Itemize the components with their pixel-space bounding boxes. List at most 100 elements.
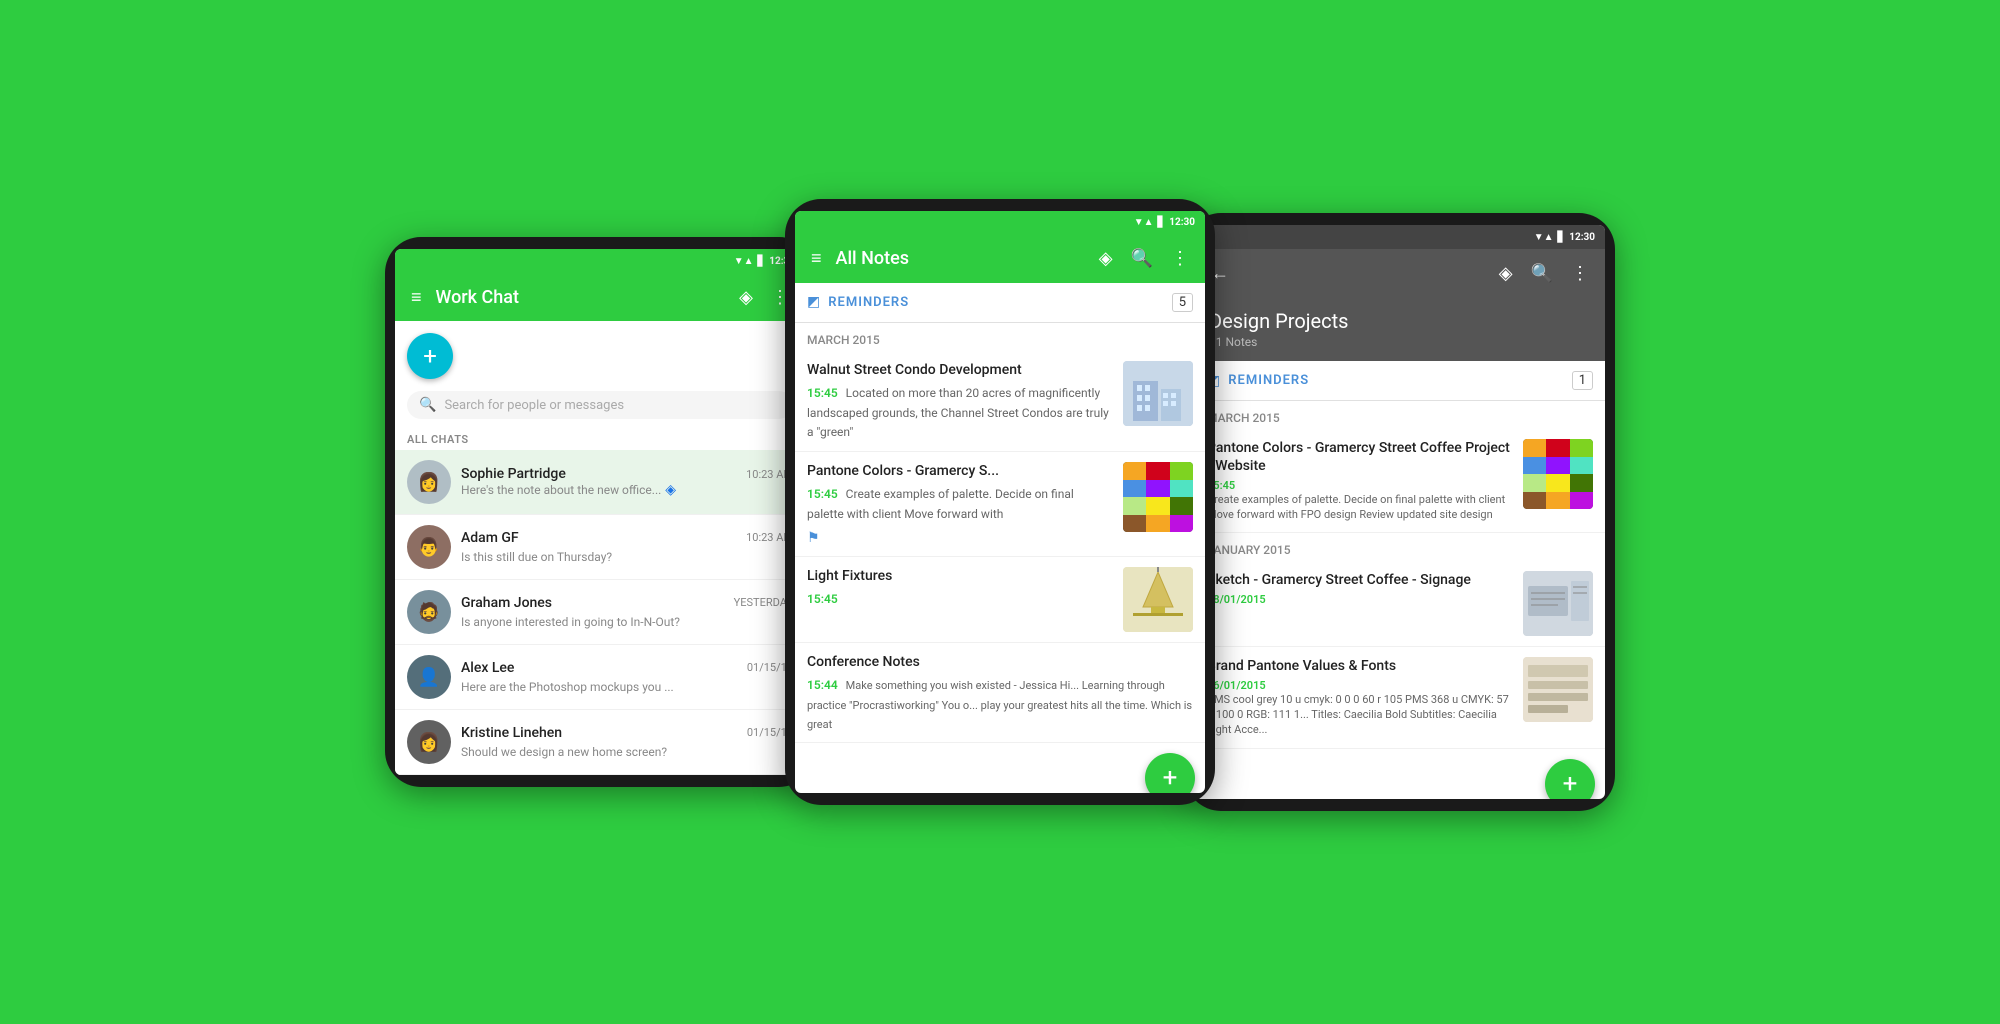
- chat-preview-adam: Is this still due on Thursday?: [461, 550, 612, 564]
- status-icons-2: ▼▲ ▋ 12:30: [1134, 217, 1195, 228]
- chat-name-adam: Adam GF: [461, 530, 519, 546]
- fab-btn-3[interactable]: +: [1545, 759, 1595, 799]
- note-preview-pantone-3: Create examples of palette. Decide on fi…: [1207, 492, 1513, 523]
- note-content-fixtures: Light Fixtures 15:45: [807, 567, 1113, 607]
- reminders-label-3: REMINDERS: [1228, 373, 1563, 388]
- avatar-sophie: 👩: [407, 460, 451, 504]
- more-icon-2[interactable]: ⋮: [1167, 246, 1193, 271]
- note-pantone-2[interactable]: Pantone Colors - Gramercy S... 15:45 Cre…: [795, 452, 1205, 557]
- phone-2: ▼▲ ▋ 12:30 ≡ All Notes ◈ 🔍 ⋮ ◩ REMINDERS: [785, 199, 1215, 806]
- note-walnut[interactable]: Walnut Street Condo Development 15:45 Lo…: [795, 351, 1205, 453]
- month-header-march-3: MARCH 2015: [1195, 401, 1605, 429]
- note-content-sketch-3: Sketch - Gramercy Street Coffee - Signag…: [1207, 571, 1513, 605]
- note-thumb-pantone-3: [1523, 439, 1593, 509]
- note-title-sketch-3: Sketch - Gramercy Street Coffee - Signag…: [1207, 571, 1513, 589]
- note-content-brand-3: Brand Pantone Values & Fonts 16/01/2015 …: [1207, 657, 1513, 737]
- background: ▼▲ ▋ 12:30 ≡ Work Chat ◈ ⋮ +: [0, 0, 2000, 1024]
- reminders-bar-2[interactable]: ◩ REMINDERS 5: [795, 283, 1205, 323]
- notebook-title-3: Design Projects: [1209, 309, 1591, 333]
- fab-btn-2[interactable]: +: [1145, 753, 1195, 793]
- chat-preview-sophie: Here's the note about the new office...: [461, 483, 661, 497]
- note-time-pantone-2: 15:45: [807, 487, 838, 501]
- chat-name-sophie: Sophie Partridge: [461, 466, 566, 482]
- chat-item-alex[interactable]: 👤 Alex Lee 01/15/15 Here are the Photosh…: [395, 645, 805, 710]
- search-icon-2[interactable]: 🔍: [1127, 246, 1157, 271]
- chat-item-adam[interactable]: 👨 Adam GF 10:23 AM Is this still due on …: [395, 515, 805, 580]
- note-preview-walnut: Located on more than 20 acres of magnifi…: [807, 386, 1109, 440]
- notebook-header-3: Design Projects 11 Notes: [1195, 297, 1605, 361]
- search-icon-3[interactable]: 🔍: [1527, 261, 1557, 286]
- note-time-brand-3: 16/01/2015: [1207, 679, 1513, 692]
- status-bar-1: ▼▲ ▋ 12:30: [395, 249, 805, 273]
- note-brand-3[interactable]: Brand Pantone Values & Fonts 16/01/2015 …: [1195, 647, 1605, 748]
- note-preview-brand-3: PMS cool grey 10 u cmyk: 0 0 0 60 r 105 …: [1207, 692, 1513, 738]
- chat-info-sophie: Sophie Partridge 10:23 AM Here's the not…: [461, 466, 793, 498]
- battery-icon-3: ▋: [1558, 232, 1566, 243]
- note-title-pantone-2: Pantone Colors - Gramercy S...: [807, 462, 1113, 480]
- all-chats-label: ALL CHATS: [395, 427, 805, 450]
- chat-fab-1[interactable]: +: [407, 333, 453, 379]
- note-conference[interactable]: Conference Notes 15:44 Make something yo…: [795, 643, 1205, 743]
- app-title-2: All Notes: [836, 248, 1085, 269]
- note-title-brand-3: Brand Pantone Values & Fonts: [1207, 657, 1513, 675]
- note-time-walnut: 15:45: [807, 386, 838, 400]
- note-light-fixtures[interactable]: Light Fixtures 15:45: [795, 557, 1205, 643]
- note-sketch-3[interactable]: Sketch - Gramercy Street Coffee - Signag…: [1195, 561, 1605, 647]
- note-time-pantone-3: 15:45: [1207, 479, 1513, 492]
- evernote-icon-3[interactable]: ◈: [1495, 261, 1517, 286]
- reminders-label-2: REMINDERS: [828, 295, 1163, 310]
- flag-icon-pantone: ⚑: [807, 530, 820, 546]
- chat-item-sophie[interactable]: 👩 Sophie Partridge 10:23 AM Here's the n…: [395, 450, 805, 515]
- note-content-pantone-2: Pantone Colors - Gramercy S... 15:45 Cre…: [807, 462, 1113, 546]
- note-time-sketch-3: 28/01/2015: [1207, 593, 1513, 606]
- fab-plus-icon-3: +: [1563, 769, 1578, 799]
- note-preview-conference: Make something you wish existed - Jessic…: [807, 679, 1192, 731]
- search-placeholder-1: Search for people or messages: [444, 398, 624, 413]
- chat-info-alex: Alex Lee 01/15/15 Here are the Photoshop…: [461, 660, 793, 695]
- app-title-1: Work Chat: [436, 287, 726, 308]
- chat-name-graham: Graham Jones: [461, 595, 552, 611]
- phone-1-screen: ▼▲ ▋ 12:30 ≡ Work Chat ◈ ⋮ +: [395, 249, 805, 775]
- signal-icon-1: ▼▲: [734, 256, 754, 267]
- chat-info-kristine: Kristine Linehen 01/15/15 Should we desi…: [461, 725, 793, 760]
- chat-name-alex: Alex Lee: [461, 660, 514, 676]
- month-header-jan-3: JANUARY 2015: [1195, 533, 1605, 561]
- chat-name-kristine: Kristine Linehen: [461, 725, 562, 741]
- avatar-graham: 🧔: [407, 590, 451, 634]
- menu-icon-1[interactable]: ≡: [407, 285, 426, 310]
- evernote-icon-1[interactable]: ◈: [735, 285, 757, 310]
- chat-info-adam: Adam GF 10:23 AM Is this still due on Th…: [461, 530, 793, 565]
- reminders-count-2: 5: [1172, 293, 1193, 312]
- note-thumb-fixtures: [1123, 567, 1193, 632]
- phone-2-screen: ▼▲ ▋ 12:30 ≡ All Notes ◈ 🔍 ⋮ ◩ REMINDERS: [795, 211, 1205, 794]
- status-bar-2: ▼▲ ▋ 12:30: [795, 211, 1205, 235]
- status-icons-3: ▼▲ ▋ 12:30: [1534, 232, 1595, 243]
- chat-preview-alex: Here are the Photoshop mockups you ...: [461, 680, 674, 694]
- fab-plus-icon-2: +: [1163, 763, 1178, 793]
- reminders-count-3: 1: [1572, 371, 1593, 390]
- note-title-conference: Conference Notes: [807, 653, 1193, 671]
- note-content-walnut: Walnut Street Condo Development 15:45 Lo…: [807, 361, 1113, 442]
- note-preview-pantone-2: Create examples of palette. Decide on fi…: [807, 487, 1074, 521]
- reminders-bar-3[interactable]: ◩ REMINDERS 1: [1195, 361, 1605, 401]
- battery-icon-2: ▋: [1158, 217, 1166, 228]
- menu-icon-2[interactable]: ≡: [807, 246, 826, 271]
- evernote-icon-2[interactable]: ◈: [1095, 246, 1117, 271]
- note-pantone-3[interactable]: Pantone Colors - Gramercy Street Coffee …: [1195, 429, 1605, 533]
- app-bar-3: ← ◈ 🔍 ⋮: [1195, 249, 1605, 297]
- month-header-march-2: MARCH 2015: [795, 323, 1205, 351]
- note-title-fixtures: Light Fixtures: [807, 567, 1113, 585]
- chat-item-graham[interactable]: 🧔 Graham Jones YESTERDAY Is anyone inter…: [395, 580, 805, 645]
- chat-info-graham: Graham Jones YESTERDAY Is anyone interes…: [461, 595, 793, 630]
- avatar-adam: 👨: [407, 525, 451, 569]
- search-bar-1[interactable]: 🔍 Search for people or messages: [407, 391, 793, 419]
- chat-item-kristine[interactable]: 👩 Kristine Linehen 01/15/15 Should we de…: [395, 710, 805, 775]
- note-thumb-sketch-3: [1523, 571, 1593, 636]
- reminders-icon-2: ◩: [807, 294, 820, 310]
- chat-preview-graham: Is anyone interested in going to In-N-Ou…: [461, 615, 680, 629]
- signal-icon-2: ▼▲: [1134, 217, 1154, 228]
- avatar-kristine: 👩: [407, 720, 451, 764]
- status-bar-3: ▼▲ ▋ 12:30: [1195, 225, 1605, 249]
- fab-plus-icon-1: +: [423, 342, 437, 370]
- more-icon-3[interactable]: ⋮: [1567, 261, 1593, 286]
